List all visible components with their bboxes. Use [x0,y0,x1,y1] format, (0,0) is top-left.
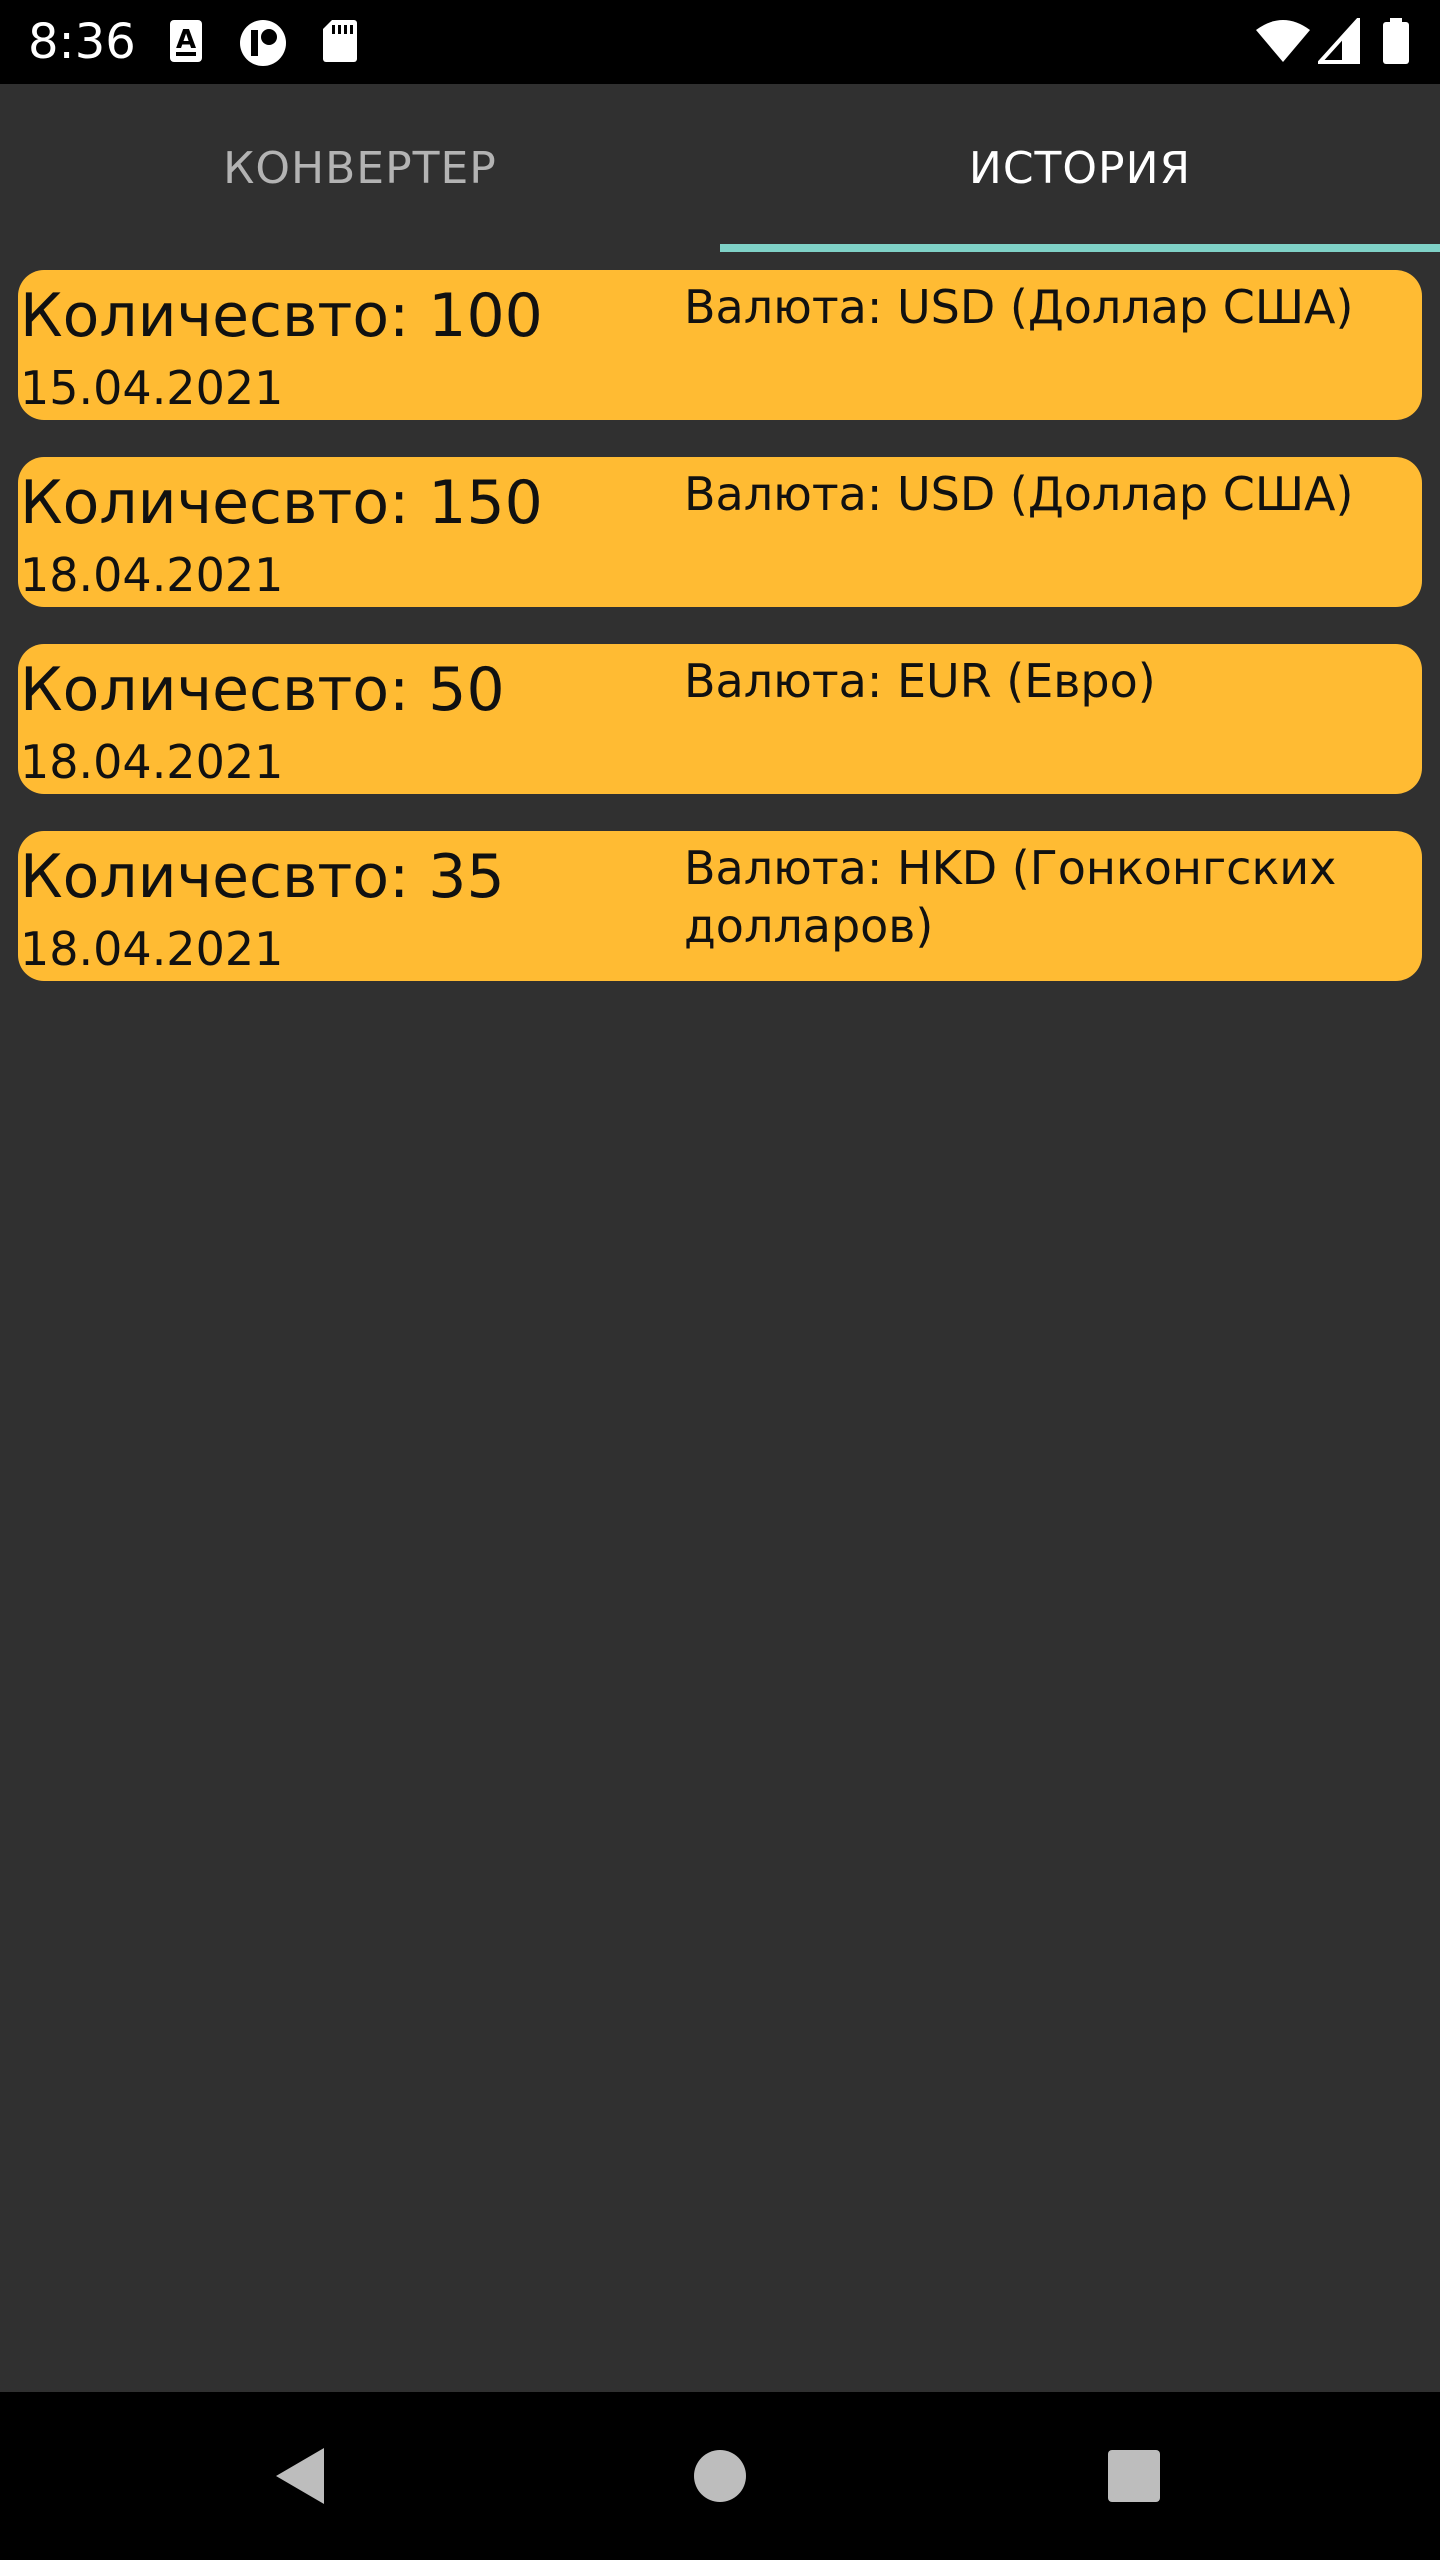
history-item-amount: Количесвто: 35 [20,842,505,912]
history-item-date: 18.04.2021 [20,548,284,602]
battery-icon [1382,18,1410,69]
history-item-currency: Валюта: HKD (Гонконгских долларов) [684,841,1337,953]
back-icon[interactable] [264,2440,336,2512]
history-item[interactable]: Количесвто: 150 18.04.2021 Валюта: USD (… [18,457,1422,607]
status-bar: 8:36 A [0,0,1440,84]
history-item-date: 18.04.2021 [20,922,284,976]
recents-icon[interactable] [1098,2440,1170,2512]
tab-bar: КОНВЕРТЕР ИСТОРИЯ [0,84,1440,252]
history-item[interactable]: Количесвто: 50 18.04.2021 Валюта: EUR (Е… [18,644,1422,794]
history-item-currency: Валюта: EUR (Евро) [684,654,1156,708]
history-item[interactable]: Количесвто: 100 15.04.2021 Валюта: USD (… [18,270,1422,420]
status-time: 8:36 [28,14,136,70]
history-item-amount: Количесвто: 150 [20,468,543,538]
svg-text:A: A [176,25,196,55]
wifi-icon [1254,18,1312,69]
history-item-date: 15.04.2021 [20,361,284,415]
tab-indicator [720,244,1440,252]
tab-history[interactable]: ИСТОРИЯ [720,84,1440,252]
history-item-amount: Количесвто: 50 [20,655,505,725]
home-icon[interactable] [684,2440,756,2512]
tab-converter[interactable]: КОНВЕРТЕР [0,84,720,252]
signal-icon [1315,14,1360,69]
history-item-amount: Количесвто: 100 [20,281,543,351]
history-item[interactable]: Количесвто: 35 18.04.2021 Валюта: HKD (Г… [18,831,1422,981]
sd-card-icon [322,18,358,69]
navigation-bar [0,2392,1440,2560]
history-item-currency: Валюта: USD (Доллар США) [684,280,1354,334]
history-item-currency: Валюта: USD (Доллар США) [684,467,1354,521]
history-item-date: 18.04.2021 [20,735,284,789]
text-a-icon: A [168,18,204,69]
circle-app-icon [238,18,288,73]
